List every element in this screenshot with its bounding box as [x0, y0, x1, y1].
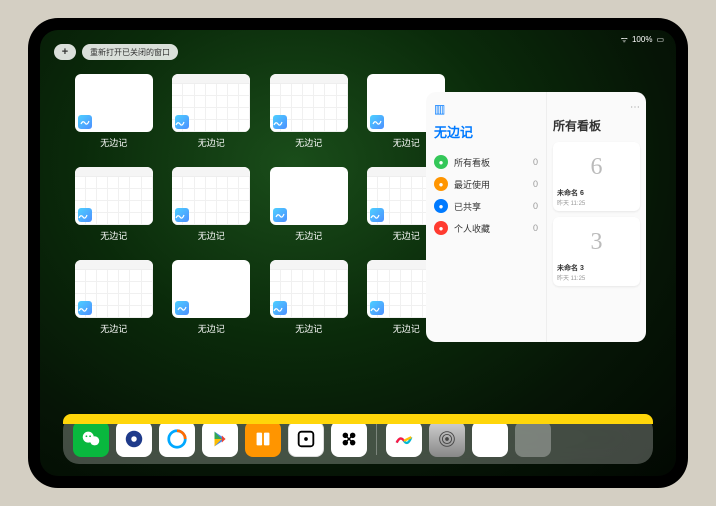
- freeform-app-icon: [175, 115, 189, 129]
- freeform-app-icon: [273, 301, 287, 315]
- app-window[interactable]: 无边记: [168, 74, 256, 149]
- sidebar-item-count: 0: [533, 157, 538, 167]
- sidebar-item-count: 0: [533, 201, 538, 211]
- freeform-app-icon: [370, 115, 384, 129]
- sidebar-item-label: 个人收藏: [454, 222, 490, 235]
- board-name: 未命名 6: [557, 188, 636, 198]
- app-circle-icon[interactable]: [288, 421, 324, 457]
- sidebar-item-label: 已共享: [454, 200, 481, 213]
- window-label: 无边记: [198, 322, 225, 335]
- window-label: 无边记: [393, 136, 420, 149]
- settings-icon[interactable]: [429, 421, 465, 457]
- window-thumbnail[interactable]: [172, 74, 250, 132]
- window-label: 无边记: [100, 136, 127, 149]
- window-thumbnail[interactable]: [270, 74, 348, 132]
- freeform-app-icon: [175, 301, 189, 315]
- freeform-app-icon: [370, 301, 384, 315]
- books-icon[interactable]: [245, 421, 281, 457]
- freeform-app-icon: [175, 208, 189, 222]
- window-thumbnail[interactable]: [270, 260, 348, 318]
- freeform-app-icon: [370, 208, 384, 222]
- status-bar: ᯤ 100% ▭: [621, 34, 664, 45]
- panel-main: ⋯ 所有看板 6未命名 6昨天 11:253未命名 3昨天 11:25: [547, 92, 646, 342]
- window-thumbnail[interactable]: [75, 74, 153, 132]
- freeform-app-icon: [273, 115, 287, 129]
- sidebar-item-icon: ●: [434, 199, 448, 213]
- window-thumbnail[interactable]: [75, 260, 153, 318]
- top-controls: + 重新打开已关闭的窗口: [54, 44, 178, 60]
- sidebar-toggle-icon[interactable]: ▥: [434, 102, 538, 116]
- panel-right-title: 所有看板: [553, 117, 640, 134]
- board-card[interactable]: 6未命名 6昨天 11:25: [553, 142, 640, 211]
- reopen-closed-button[interactable]: 重新打开已关闭的窗口: [82, 44, 178, 60]
- window-thumbnail[interactable]: [270, 167, 348, 225]
- sidebar-item[interactable]: ● 个人收藏 0: [434, 217, 538, 239]
- freeform-app-icon: [78, 115, 92, 129]
- app-window[interactable]: 无边记: [70, 167, 158, 242]
- freeform-app-icon: [273, 208, 287, 222]
- board-preview: 6: [557, 146, 636, 188]
- wifi-icon: ᯤ: [621, 34, 628, 45]
- sidebar-item-icon: ●: [434, 155, 448, 169]
- board-name: 未命名 3: [557, 263, 636, 273]
- sidebar-item-icon: ●: [434, 177, 448, 191]
- dock-separator: [376, 423, 377, 455]
- app-window[interactable]: 无边记: [265, 260, 353, 335]
- sidebar-item[interactable]: ● 最近使用 0: [434, 173, 538, 195]
- screen: ᯤ 100% ▭ + 重新打开已关闭的窗口 无边记无边记无边记无边记无边记无边记…: [40, 30, 676, 476]
- panel-title: 无边记: [434, 122, 538, 141]
- window-label: 无边记: [295, 229, 322, 242]
- freeform-panel: ▥ 无边记 ●所有看板0●最近使用0●已共享0●个人收藏0 ⋯ 所有看板 6未命…: [426, 92, 646, 342]
- window-label: 无边记: [100, 229, 127, 242]
- dock: [63, 414, 653, 464]
- board-time: 昨天 11:25: [557, 198, 636, 207]
- ipad-frame: ᯤ 100% ▭ + 重新打开已关闭的窗口 无边记无边记无边记无边记无边记无边记…: [28, 18, 688, 488]
- wechat-icon[interactable]: [73, 421, 109, 457]
- app-window[interactable]: 无边记: [168, 167, 256, 242]
- sidebar-item-count: 0: [533, 223, 538, 233]
- window-label: 无边记: [198, 229, 225, 242]
- sidebar-item-icon: ●: [434, 221, 448, 235]
- freeform-app-icon: [78, 208, 92, 222]
- app-window[interactable]: 无边记: [168, 260, 256, 335]
- qq-browser-icon[interactable]: [159, 421, 195, 457]
- sidebar-item-label: 所有看板: [454, 156, 490, 169]
- window-label: 无边记: [198, 136, 225, 149]
- window-thumbnail[interactable]: [75, 167, 153, 225]
- sidebar-item-count: 0: [533, 179, 538, 189]
- sidebar-item[interactable]: ● 所有看板 0: [434, 151, 538, 173]
- app-dots-icon[interactable]: [331, 421, 367, 457]
- window-thumbnail[interactable]: [172, 260, 250, 318]
- window-label: 无边记: [393, 322, 420, 335]
- app-blue-icon[interactable]: [116, 421, 152, 457]
- app-window[interactable]: 无边记: [70, 260, 158, 335]
- window-thumbnail[interactable]: [172, 167, 250, 225]
- window-label: 无边记: [393, 229, 420, 242]
- app-window[interactable]: 无边记: [265, 74, 353, 149]
- board-time: 昨天 11:25: [557, 273, 636, 282]
- panel-sidebar: ▥ 无边记 ● 所有看板 0 ● 最近使用 0 ● 已共享 0 ● 个人收藏 0: [426, 92, 547, 342]
- freeform-app-icon: [78, 301, 92, 315]
- add-window-button[interactable]: +: [54, 44, 76, 60]
- notes-icon[interactable]: [472, 421, 508, 457]
- window-label: 无边记: [100, 322, 127, 335]
- sidebar-item-label: 最近使用: [454, 178, 490, 191]
- app-window[interactable]: 无边记: [70, 74, 158, 149]
- app-window[interactable]: 无边记: [265, 167, 353, 242]
- sidebar-item[interactable]: ● 已共享 0: [434, 195, 538, 217]
- play-store-icon[interactable]: [202, 421, 238, 457]
- board-preview: 3: [557, 221, 636, 263]
- window-grid: 无边记无边记无边记无边记无边记无边记无边记无边记无边记无边记无边记无边记: [70, 74, 450, 335]
- battery-icon: ▭: [656, 35, 664, 44]
- freeform-icon[interactable]: [386, 421, 422, 457]
- window-label: 无边记: [295, 322, 322, 335]
- more-icon[interactable]: ⋯: [630, 102, 640, 113]
- board-card[interactable]: 3未命名 3昨天 11:25: [553, 217, 640, 286]
- battery-label: 100%: [632, 35, 652, 44]
- app-library-icon[interactable]: [515, 421, 551, 457]
- window-label: 无边记: [295, 136, 322, 149]
